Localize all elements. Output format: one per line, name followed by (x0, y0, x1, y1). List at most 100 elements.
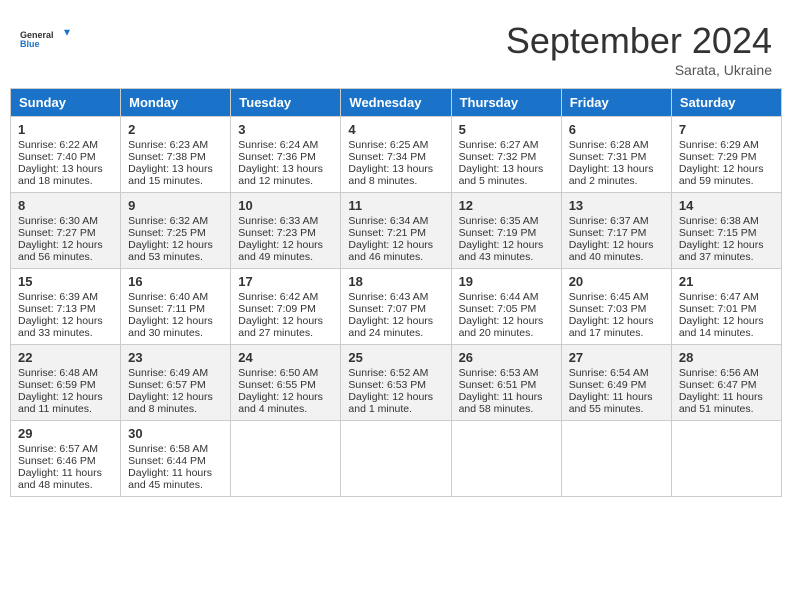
daylight-text: Daylight: 12 hours and 11 minutes. (18, 391, 103, 415)
sunset-text: Sunset: 7:09 PM (238, 303, 316, 315)
daylight-text: Daylight: 12 hours and 4 minutes. (238, 391, 323, 415)
daylight-text: Daylight: 12 hours and 59 minutes. (679, 163, 764, 187)
sunset-text: Sunset: 6:53 PM (348, 379, 426, 391)
calendar-week-row: 15Sunrise: 6:39 AMSunset: 7:13 PMDayligh… (11, 269, 782, 345)
svg-text:Blue: Blue (20, 39, 40, 49)
daylight-text: Daylight: 12 hours and 1 minute. (348, 391, 433, 415)
sunset-text: Sunset: 7:31 PM (569, 151, 647, 163)
daylight-text: Daylight: 13 hours and 8 minutes. (348, 163, 433, 187)
sunset-text: Sunset: 7:29 PM (679, 151, 757, 163)
daylight-text: Daylight: 12 hours and 43 minutes. (459, 239, 544, 263)
sunset-text: Sunset: 7:40 PM (18, 151, 96, 163)
daylight-text: Daylight: 12 hours and 40 minutes. (569, 239, 654, 263)
col-header-tuesday: Tuesday (231, 89, 341, 117)
daylight-text: Daylight: 12 hours and 20 minutes. (459, 315, 544, 339)
sunrise-text: Sunrise: 6:48 AM (18, 367, 98, 379)
sunset-text: Sunset: 6:49 PM (569, 379, 647, 391)
sunrise-text: Sunrise: 6:30 AM (18, 215, 98, 227)
day-number: 7 (679, 122, 774, 137)
calendar-cell (671, 421, 781, 497)
daylight-text: Daylight: 12 hours and 49 minutes. (238, 239, 323, 263)
sunset-text: Sunset: 7:23 PM (238, 227, 316, 239)
sunset-text: Sunset: 7:38 PM (128, 151, 206, 163)
day-number: 22 (18, 350, 113, 365)
day-number: 15 (18, 274, 113, 289)
daylight-text: Daylight: 13 hours and 12 minutes. (238, 163, 323, 187)
calendar-cell: 10Sunrise: 6:33 AMSunset: 7:23 PMDayligh… (231, 193, 341, 269)
calendar-cell: 27Sunrise: 6:54 AMSunset: 6:49 PMDayligh… (561, 345, 671, 421)
calendar-cell (451, 421, 561, 497)
day-number: 12 (459, 198, 554, 213)
day-number: 28 (679, 350, 774, 365)
col-header-friday: Friday (561, 89, 671, 117)
calendar-cell: 25 Sunrise: 6:52 AMSunset: 6:53 PMDayligh… (341, 345, 451, 421)
calendar-cell: 20Sunrise: 6:45 AMSunset: 7:03 PMDayligh… (561, 269, 671, 345)
calendar-cell: 7 Sunrise: 6:29 AMSunset: 7:29 PMDaylight… (671, 117, 781, 193)
location-subtitle: Sarata, Ukraine (506, 62, 772, 78)
sunset-text: Sunset: 7:36 PM (238, 151, 316, 163)
sunset-text: Sunset: 7:34 PM (348, 151, 426, 163)
day-number: 20 (569, 274, 664, 289)
daylight-text: Daylight: 12 hours and 17 minutes. (569, 315, 654, 339)
calendar-cell: 4Sunrise: 6:25 AMSunset: 7:34 PMDaylight… (341, 117, 451, 193)
daylight-text: Daylight: 11 hours and 48 minutes. (18, 467, 102, 491)
daylight-text: Daylight: 12 hours and 8 minutes. (128, 391, 213, 415)
calendar-cell (341, 421, 451, 497)
svg-text:General: General (20, 30, 54, 40)
daylight-text: Daylight: 12 hours and 56 minutes. (18, 239, 103, 263)
sunrise-text: Sunrise: 6:56 AM (679, 367, 759, 379)
sunset-text: Sunset: 7:13 PM (18, 303, 96, 315)
calendar-cell: 28 Sunrise: 6:56 AMSunset: 6:47 PMDayligh… (671, 345, 781, 421)
daylight-text: Daylight: 11 hours and 45 minutes. (128, 467, 212, 491)
logo: General Blue (20, 20, 70, 60)
sunset-text: Sunset: 7:25 PM (128, 227, 206, 239)
sunrise-text: Sunrise: 6:40 AM (128, 291, 208, 303)
sunrise-text: Sunrise: 6:28 AM (569, 139, 649, 151)
sunrise-text: Sunrise: 6:32 AM (128, 215, 208, 227)
col-header-thursday: Thursday (451, 89, 561, 117)
daylight-text: Daylight: 13 hours and 5 minutes. (459, 163, 544, 187)
calendar-cell: 12Sunrise: 6:35 AMSunset: 7:19 PMDayligh… (451, 193, 561, 269)
day-number: 23 (128, 350, 223, 365)
sunset-text: Sunset: 7:15 PM (679, 227, 757, 239)
sunrise-text: Sunrise: 6:25 AM (348, 139, 428, 151)
sunset-text: Sunset: 6:47 PM (679, 379, 757, 391)
day-number: 9 (128, 198, 223, 213)
calendar-cell: 22 Sunrise: 6:48 AMSunset: 6:59 PMDayligh… (11, 345, 121, 421)
sunset-text: Sunset: 6:59 PM (18, 379, 96, 391)
calendar-cell: 18Sunrise: 6:43 AMSunset: 7:07 PMDayligh… (341, 269, 451, 345)
calendar-cell (231, 421, 341, 497)
calendar-cell: 1Sunrise: 6:22 AMSunset: 7:40 PMDaylight… (11, 117, 121, 193)
day-number: 25 (348, 350, 443, 365)
sunrise-text: Sunrise: 6:33 AM (238, 215, 318, 227)
daylight-text: Daylight: 11 hours and 51 minutes. (679, 391, 763, 415)
calendar-week-row: 1Sunrise: 6:22 AMSunset: 7:40 PMDaylight… (11, 117, 782, 193)
sunrise-text: Sunrise: 6:27 AM (459, 139, 539, 151)
sunrise-text: Sunrise: 6:52 AM (348, 367, 428, 379)
calendar-cell: 3Sunrise: 6:24 AMSunset: 7:36 PMDaylight… (231, 117, 341, 193)
col-header-wednesday: Wednesday (341, 89, 451, 117)
calendar-cell: 30Sunrise: 6:58 AMSunset: 6:44 PMDayligh… (121, 421, 231, 497)
daylight-text: Daylight: 12 hours and 33 minutes. (18, 315, 103, 339)
calendar-cell: 9Sunrise: 6:32 AMSunset: 7:25 PMDaylight… (121, 193, 231, 269)
sunrise-text: Sunrise: 6:37 AM (569, 215, 649, 227)
day-number: 18 (348, 274, 443, 289)
day-number: 24 (238, 350, 333, 365)
daylight-text: Daylight: 12 hours and 46 minutes. (348, 239, 433, 263)
day-number: 5 (459, 122, 554, 137)
sunrise-text: Sunrise: 6:29 AM (679, 139, 759, 151)
calendar-cell: 2Sunrise: 6:23 AMSunset: 7:38 PMDaylight… (121, 117, 231, 193)
sunset-text: Sunset: 7:05 PM (459, 303, 537, 315)
sunrise-text: Sunrise: 6:38 AM (679, 215, 759, 227)
sunrise-text: Sunrise: 6:50 AM (238, 367, 318, 379)
calendar-cell: 19Sunrise: 6:44 AMSunset: 7:05 PMDayligh… (451, 269, 561, 345)
day-number: 2 (128, 122, 223, 137)
sunrise-text: Sunrise: 6:44 AM (459, 291, 539, 303)
calendar-week-row: 22Sunrise: 6:48 AMSunset: 6:59 PMDayligh… (11, 345, 782, 421)
sunrise-text: Sunrise: 6:54 AM (569, 367, 649, 379)
calendar-week-row: 8Sunrise: 6:30 AMSunset: 7:27 PMDaylight… (11, 193, 782, 269)
title-block: September 2024 Sarata, Ukraine (506, 20, 772, 78)
day-number: 14 (679, 198, 774, 213)
sunset-text: Sunset: 7:21 PM (348, 227, 426, 239)
sunset-text: Sunset: 6:55 PM (238, 379, 316, 391)
